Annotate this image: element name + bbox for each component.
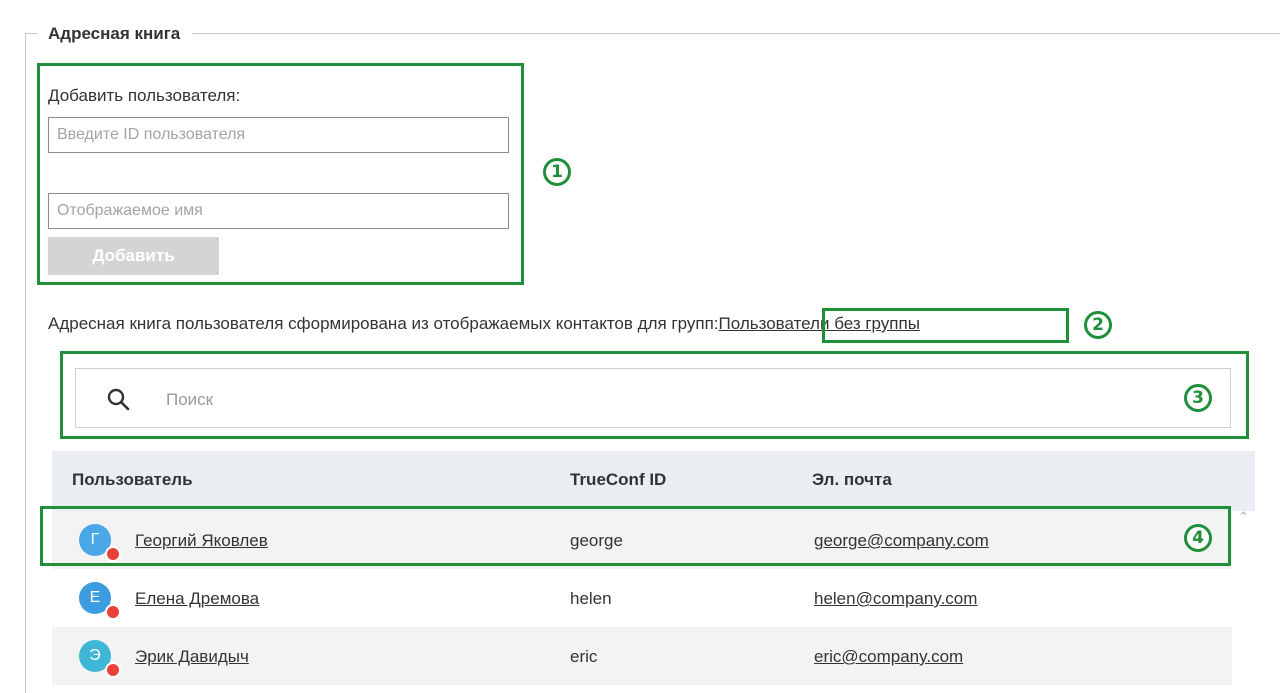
section-title: Адресная книга — [38, 24, 193, 44]
user-name-link[interactable]: Эрик Давидыч — [135, 647, 249, 667]
table-row[interactable]: Е Елена Дремова helen helen@company.com — [52, 569, 1232, 627]
user-email-link[interactable]: helen@company.com — [814, 589, 977, 609]
user-id: helen — [570, 589, 612, 608]
chevron-up-icon[interactable]: ⌃ — [1238, 510, 1249, 525]
status-offline-indicator — [105, 604, 121, 620]
user-id-input[interactable] — [48, 117, 509, 153]
column-header-user[interactable]: Пользователь — [72, 470, 193, 490]
user-name-link[interactable]: Елена Дремова — [135, 589, 259, 609]
annotation-badge-4: 4 — [1184, 524, 1212, 552]
status-offline-indicator — [105, 662, 121, 678]
display-name-input[interactable] — [48, 193, 509, 229]
search-input[interactable] — [164, 383, 1068, 417]
info-text: Адресная книга пользователя сформирована… — [48, 314, 719, 333]
annotation-badge-3: 3 — [1184, 384, 1212, 412]
column-header-id[interactable]: TrueConf ID — [570, 470, 666, 490]
address-book-info: Адресная книга пользователя сформирована… — [48, 314, 920, 334]
user-id: eric — [570, 647, 598, 666]
annotation-badge-1: 1 — [543, 158, 571, 186]
search-box — [75, 368, 1231, 428]
table-scrollbar[interactable] — [1232, 511, 1255, 684]
column-header-email[interactable]: Эл. почта — [812, 470, 892, 490]
table-header: Пользователь TrueConf ID Эл. почта — [52, 451, 1255, 511]
user-email-link[interactable]: eric@company.com — [814, 647, 963, 667]
annotation-box-2 — [822, 308, 1069, 343]
add-user-label: Добавить пользователя: — [48, 86, 241, 105]
annotation-badge-2: 2 — [1084, 311, 1112, 339]
add-user-button[interactable]: Добавить — [48, 237, 219, 275]
search-icon — [107, 388, 130, 411]
table-row[interactable]: Э Эрик Давидыч eric eric@company.com — [52, 627, 1232, 685]
annotation-box-4 — [40, 506, 1231, 566]
